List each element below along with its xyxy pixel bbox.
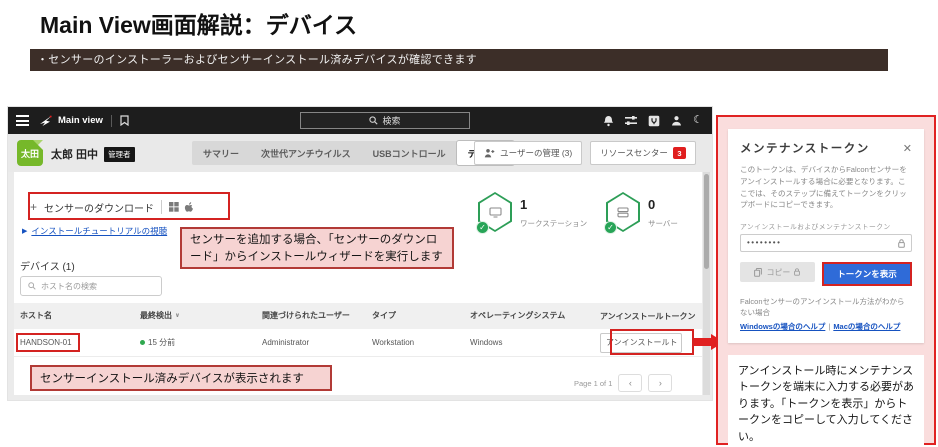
devices-section-title: デバイス (1) <box>20 258 75 273</box>
global-search-placeholder: 検索 <box>382 114 400 127</box>
col-associated-user[interactable]: 関連づけられたユーザー <box>256 311 366 320</box>
divider <box>111 115 112 127</box>
highlight-download-button <box>28 192 230 220</box>
tab-ngav[interactable]: 次世代アンチウイルス <box>250 141 362 165</box>
table-header-row: ホスト名 最終検出 ∨ 関連づけられたユーザー タイプ オペレーティングシステム… <box>14 303 702 329</box>
masked-token-value: •••••••• <box>747 239 781 247</box>
global-search-input[interactable]: 検索 <box>300 112 470 129</box>
copy-button[interactable]: コピー <box>740 262 815 282</box>
tab-summary[interactable]: サマリー <box>192 141 250 165</box>
tab-bar: サマリー 次世代アンチウイルス USBコントロール デバイス <box>192 141 514 165</box>
dark-mode-moon-icon[interactable]: ☾ <box>693 115 703 126</box>
callout-devices-note: センサーインストール済みデバイスが表示されます <box>30 365 332 391</box>
help-links: Windowsの場合のヘルプ|Macの場合のヘルプ <box>740 321 912 332</box>
user-management-button[interactable]: ユーザーの管理 (3) <box>474 141 582 165</box>
panel-description: このトークンは、デバイスからFalconセンサーをアンインストールする場合に必要… <box>740 164 912 211</box>
mac-help-link[interactable]: Macの場合のヘルプ <box>833 322 900 331</box>
app-name: Main view <box>58 115 103 126</box>
show-token-button[interactable]: トークンを表示 <box>824 264 910 284</box>
help-text: Falconセンサーのアンインストール方法がわからない場合 <box>740 296 912 319</box>
role-badge: 管理者 <box>104 147 135 162</box>
workstation-count: 1 <box>520 198 587 212</box>
workstation-icon <box>489 207 502 218</box>
user-profile-icon[interactable] <box>671 115 682 126</box>
pagination: Page 1 of 1 ‹ › <box>574 374 672 392</box>
cell-last-seen: 15 分前 <box>134 337 256 348</box>
install-tutorial-link[interactable]: ▶ インストールチュートリアルの視聴 <box>22 225 167 237</box>
link-separator: | <box>828 322 830 331</box>
windows-help-link[interactable]: Windowsの場合のヘルプ <box>740 322 825 331</box>
sliders-icon[interactable] <box>625 116 637 126</box>
topbar-icons: ☾ <box>603 107 703 134</box>
workstation-hexagon: ✓ <box>478 192 512 232</box>
server-label: サーバー <box>648 218 678 229</box>
falcon-logo-icon[interactable] <box>39 114 53 127</box>
page-indicator: Page 1 of 1 <box>574 379 612 388</box>
server-count: 0 <box>648 198 678 212</box>
scrollbar[interactable] <box>703 172 710 395</box>
menu-icon[interactable] <box>16 115 29 126</box>
app-header: 太田 太郎 田中 管理者 サマリー 次世代アンチウイルス USBコントロール デ… <box>8 134 712 172</box>
close-icon[interactable]: ✕ <box>903 142 912 155</box>
col-type[interactable]: タイプ <box>366 311 464 320</box>
sort-descending-icon: ∨ <box>175 313 180 320</box>
next-page-button[interactable]: › <box>648 374 672 392</box>
token-dialog: メンテナンストークン ✕ このトークンは、デバイスからFalconセンサーをアン… <box>728 129 924 343</box>
token-field-label: アンインストールおよびメンテナンストークン <box>740 221 912 231</box>
workstation-label: ワークステーション <box>520 218 587 229</box>
scrollbar-thumb[interactable] <box>704 174 709 269</box>
col-os[interactable]: オペレーティングシステム <box>464 311 594 320</box>
tab-usb-control[interactable]: USBコントロール <box>362 141 457 165</box>
bookmark-icon[interactable] <box>120 115 129 126</box>
search-icon <box>369 116 378 125</box>
col-last-seen[interactable]: 最終検出 ∨ <box>134 311 256 320</box>
header-buttons: ユーザーの管理 (3) リソースセンター 3 <box>474 141 696 165</box>
resource-center-badge: 3 <box>673 147 686 159</box>
host-search-placeholder: ホスト名の検索 <box>41 281 97 292</box>
cell-os: Windows <box>464 338 594 347</box>
col-hostname[interactable]: ホスト名 <box>14 311 134 320</box>
workstation-stat: ✓ 1 ワークステーション <box>478 192 587 232</box>
server-hexagon: ✓ <box>606 192 640 232</box>
support-icon[interactable] <box>648 115 660 127</box>
user-name: 太郎 田中 管理者 <box>51 146 135 162</box>
online-status-icon <box>140 340 145 345</box>
panel-title: メンテナンストークン <box>740 140 870 156</box>
banner: ・センサーのインストーラーおよびセンサーインストール済みデバイスが確認できます <box>30 49 888 71</box>
play-icon: ▶ <box>22 227 27 235</box>
callout-token-note: アンインストール時にメンテナンストークンを端末に入力する必要があります。「トーク… <box>728 355 924 447</box>
callout-download-note: センサーを追加する場合、「センサーのダウンロード」からインストールウィザードを実… <box>180 227 454 269</box>
search-icon <box>28 282 36 290</box>
highlight-show-token: トークンを表示 <box>822 262 912 286</box>
highlight-token-button <box>610 329 694 355</box>
avatar[interactable]: 太田 <box>17 140 43 166</box>
slide: Main View画面解説：デバイス ・センサーのインストーラーおよびセンサーイ… <box>0 0 938 447</box>
token-field[interactable]: •••••••• <box>740 234 912 252</box>
page-title: Main View画面解説：デバイス <box>40 6 357 40</box>
add-user-icon <box>484 148 495 158</box>
maintenance-token-panel: メンテナンストークン ✕ このトークンは、デバイスからFalconセンサーをアン… <box>716 115 936 445</box>
prev-page-button[interactable]: ‹ <box>618 374 642 392</box>
col-uninstall-token[interactable]: アンインストールトークン <box>594 310 702 321</box>
topbar: Main view 検索 <box>8 107 712 134</box>
resource-center-button[interactable]: リソースセンター 3 <box>590 141 696 165</box>
table-row[interactable]: HANDSON-01 15 分前 Administrator Workstati… <box>14 329 702 357</box>
server-stat: ✓ 0 サーバー <box>606 192 678 232</box>
check-icon: ✓ <box>604 221 617 234</box>
copy-icon <box>754 268 762 277</box>
highlight-hostname <box>16 333 80 352</box>
cell-associated-user: Administrator <box>256 338 366 347</box>
cell-type: Workstation <box>366 338 464 347</box>
server-icon <box>617 207 629 218</box>
host-search-input[interactable]: ホスト名の検索 <box>20 276 162 296</box>
lock-icon <box>898 239 905 248</box>
lock-icon <box>794 268 800 276</box>
device-table: ホスト名 最終検出 ∨ 関連づけられたユーザー タイプ オペレーティングシステム… <box>14 303 702 357</box>
notifications-bell-icon[interactable] <box>603 115 614 127</box>
check-icon: ✓ <box>476 221 489 234</box>
